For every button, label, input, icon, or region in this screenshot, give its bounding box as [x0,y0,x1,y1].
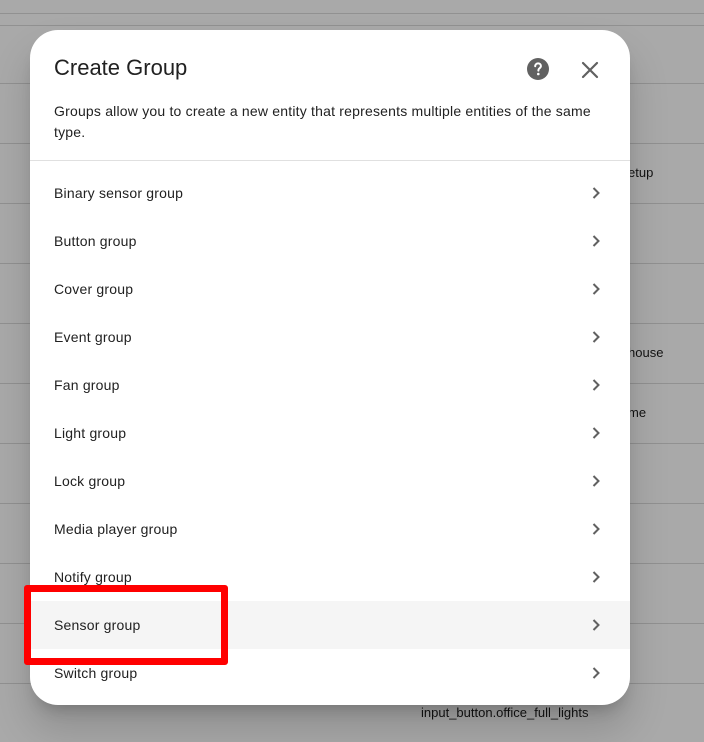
chevron-right-icon [592,523,600,535]
list-item-switch-group[interactable]: Switch group [30,649,630,697]
list-item-label: Sensor group [54,617,141,633]
dialog-description: Groups allow you to create a new entity … [54,103,591,140]
chevron-right-icon [592,427,600,439]
list-item-button-group[interactable]: Button group [30,217,630,265]
chevron-right-icon [592,571,600,583]
list-item-cover-group[interactable]: Cover group [30,265,630,313]
list-item-label: Event group [54,329,132,345]
dialog-title: Create Group [54,55,188,80]
list-item-label: Switch group [54,665,138,681]
list-item-lock-group[interactable]: Lock group [30,457,630,505]
list-item-label: Cover group [54,281,134,297]
chevron-right-icon [592,235,600,247]
list-item-label: Light group [54,425,127,441]
close-button[interactable] [578,58,602,82]
chevron-right-icon [592,619,600,631]
list-item-light-group[interactable]: Light group [30,409,630,457]
chevron-right-icon [592,283,600,295]
list-item-binary-sensor-group[interactable]: Binary sensor group [30,169,630,217]
chevron-right-icon [592,187,600,199]
help-circle-icon [527,58,549,80]
chevron-right-icon [592,331,600,343]
help-button[interactable] [526,57,550,81]
list-item-label: Button group [54,233,137,249]
group-type-list: Binary sensor group Button group Cover g… [30,169,630,697]
list-item-notify-group[interactable]: Notify group [30,553,630,601]
list-item-label: Media player group [54,521,178,537]
close-icon [581,61,599,79]
list-item-fan-group[interactable]: Fan group [30,361,630,409]
chevron-right-icon [592,475,600,487]
list-item-media-player-group[interactable]: Media player group [30,505,630,553]
chevron-right-icon [592,667,600,679]
list-item-label: Binary sensor group [54,185,184,201]
list-item-label: Notify group [54,569,132,585]
dialog-divider [30,160,630,161]
list-item-label: Fan group [54,377,120,393]
chevron-right-icon [592,379,600,391]
list-item-event-group[interactable]: Event group [30,313,630,361]
create-group-dialog: Create Group Groups allow you to create … [30,30,630,705]
list-item-sensor-group[interactable]: Sensor group [30,601,630,649]
list-item-label: Lock group [54,473,126,489]
